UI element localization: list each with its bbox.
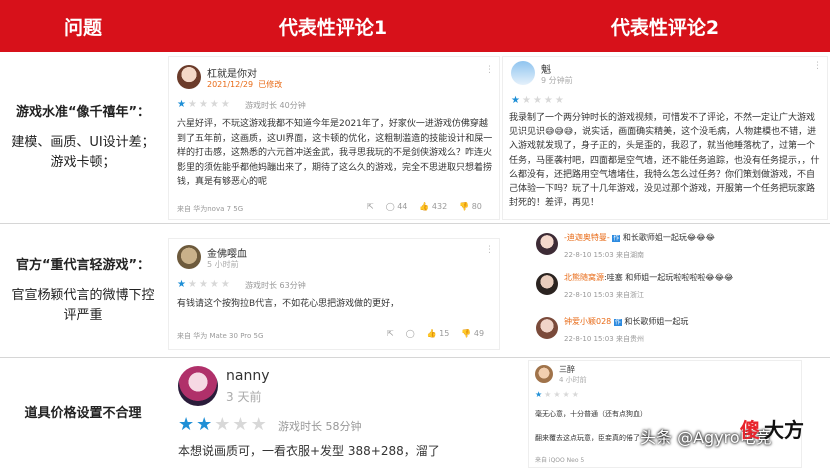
review-body: 有钱请这个按狗拉B代言，不如花心思把游戏做的更好， bbox=[177, 299, 400, 309]
rating-stars: ★ ★ ★ ★ ★ bbox=[177, 99, 230, 110]
comment-line: 北熊随窝源:哇塞 和师姐一起玩啦啦啦啦😂😂😂 bbox=[564, 273, 734, 282]
review-time: 9 分钟前 bbox=[541, 76, 573, 85]
avatar bbox=[178, 366, 218, 406]
header-review-2: 代表性评论2 bbox=[610, 16, 720, 39]
reviewer-name: 杠就是你对 bbox=[207, 69, 257, 80]
issue-cell: 游戏水准“像千禧年”： 建模、画质、UI设计差；游戏卡顿； bbox=[0, 52, 166, 223]
avatar bbox=[536, 233, 558, 255]
dislike-button[interactable]: 👎 80 bbox=[459, 202, 482, 211]
avatar bbox=[177, 65, 201, 89]
review-table: 问题 代表性评论1 代表性评论2 游戏水准“像千禧年”： 建模、画质、UI设计差… bbox=[0, 0, 830, 469]
device-info: 来自 华为 Mate 30 Pro 5G bbox=[177, 332, 264, 340]
issue-desc: 建模、画质、UI设计差；游戏卡顿； bbox=[11, 134, 155, 170]
review-actions: ⇱ ◯ 👍 15 👎 49 bbox=[387, 329, 484, 338]
device-info: 来自 iQOO Neo 5 bbox=[535, 457, 585, 464]
avatar bbox=[536, 273, 558, 295]
header-issue: 问题 bbox=[63, 16, 102, 39]
comment-button[interactable]: ◯ 44 bbox=[386, 202, 408, 211]
table-row: 游戏水准“像千禧年”： 建模、画质、UI设计差；游戏卡顿； 杠就是你对 2021… bbox=[0, 52, 830, 224]
rating-stars: ★ ★ ★ ★ ★ bbox=[177, 279, 230, 290]
comment-icon[interactable]: ◯ bbox=[406, 329, 415, 338]
reviewer-name: 魁 bbox=[541, 65, 551, 76]
review-body: 本想说画质可，一看衣服+发型 388+288，溜了 bbox=[178, 444, 440, 458]
rating-stars: ★ ★ ★ ★ ★ bbox=[511, 95, 564, 106]
review-card: 魁 9 分钟前 ⋮ ★ ★ ★ ★ ★ 我录制了一个两分钟时长的游戏视频，可惜发不了评论… bbox=[502, 56, 828, 220]
share-icon[interactable]: ⇱ bbox=[387, 329, 394, 338]
rating-stars: ★ ★ ★ ★ ★ bbox=[178, 414, 267, 435]
review-body: 我录制了一个两分钟时长的游戏视频，可惜发不了评论，不然一定让广大游戏见识见识😅😅… bbox=[509, 113, 820, 209]
avatar bbox=[511, 61, 535, 85]
play-time: 游戏时长 40分钟 bbox=[245, 101, 306, 110]
review-time: 5 小时前 bbox=[207, 260, 239, 269]
table-row: 官方“重代言轻游戏”： 官宣杨颖代言的微博下控评严重 金佛嘤血 5 小时前 ⋮ … bbox=[0, 224, 830, 358]
issue-cell: 官方“重代言轻游戏”： 官宣杨颖代言的微博下控评严重 bbox=[0, 224, 166, 357]
comment-line: 钟爱小颖028 作 和长歌师姐一起玩 bbox=[564, 317, 689, 326]
logo-char-2: 大方 bbox=[764, 418, 804, 442]
review-body-2: 翻来覆去这点玩意，臣妾真的倦了 bbox=[535, 434, 640, 442]
review-actions: ⇱ ◯ 44 👍 432 👎 80 bbox=[367, 202, 482, 211]
comment-meta: 22-8-10 15:03 来自贵州 bbox=[564, 335, 644, 343]
reviewer-name: 三醉 bbox=[559, 365, 575, 374]
like-button[interactable]: 👍 15 bbox=[427, 329, 450, 338]
dislike-button[interactable]: 👎 49 bbox=[461, 329, 484, 338]
rating-stars: ★ ★ ★ ★ ★ bbox=[535, 390, 579, 399]
reviewer-name: 金佛嘤血 bbox=[207, 249, 247, 260]
logo-char-1: 傻 bbox=[740, 418, 760, 442]
issue-cell: 道具价格设置不合理 bbox=[0, 358, 166, 469]
like-button[interactable]: 👍 432 bbox=[419, 202, 447, 211]
play-time: 游戏时长 58分钟 bbox=[278, 420, 362, 433]
review-time: 4 小时前 bbox=[559, 376, 587, 384]
comment-meta: 22-8-10 15:03 来自浙江 bbox=[564, 291, 644, 299]
comment-line: -迪迦奥特曼- 作 和长歌师姐一起玩😂😂😂 bbox=[564, 233, 715, 242]
list-item: -迪迦奥特曼- 作 和长歌师姐一起玩😂😂😂 22-8-10 15:03 来自湖南 bbox=[536, 230, 796, 268]
table-row: 道具价格设置不合理 nanny 3 天前 ★ ★ ★ ★ ★ 游戏时长 58分钟 本想说… bbox=[0, 358, 830, 469]
watermark-logo: 傻 大方 bbox=[740, 414, 828, 454]
edited-tag: 已修改 bbox=[258, 80, 283, 89]
play-time: 游戏时长 63分钟 bbox=[245, 281, 306, 290]
issue-desc: 官宣杨颖代言的微博下控评严重 bbox=[11, 287, 155, 323]
review-card: nanny 3 天前 ★ ★ ★ ★ ★ 游戏时长 58分钟 本想说画质可，一看衣服+发… bbox=[168, 360, 500, 468]
issue-title: 道具价格设置不合理 bbox=[24, 405, 142, 421]
reviewer-name: nanny bbox=[226, 368, 270, 384]
device-info: 来自 华为nova 7 5G bbox=[177, 205, 244, 213]
avatar bbox=[177, 245, 201, 269]
review-body: 六星好评，不玩这游戏我都不知道今年是2021年了，好家伙一进游戏仿佛穿越到了五年… bbox=[177, 119, 493, 187]
list-item: 北熊随窝源:哇塞 和师姐一起玩啦啦啦啦😂😂😂 22-8-10 15:03 来自浙… bbox=[536, 270, 796, 308]
issue-title: 游戏水准“像千禧年”： bbox=[15, 104, 151, 120]
header-review-1: 代表性评论1 bbox=[278, 16, 388, 39]
issue-title: 官方“重代言轻游戏”： bbox=[15, 257, 151, 273]
comment-list: -迪迦奥特曼- 作 和长歌师姐一起玩😂😂😂 22-8-10 15:03 来自湖南… bbox=[530, 224, 800, 356]
review-time: 3 天前 bbox=[226, 390, 262, 404]
review-body: 毫无心意，十分普通（还有点狗血） bbox=[535, 410, 647, 418]
avatar bbox=[536, 317, 558, 339]
avatar bbox=[535, 365, 553, 383]
more-icon[interactable]: ⋮ bbox=[485, 65, 495, 75]
review-card: 杠就是你对 2021/12/29 已修改 ⋮ ★ ★ ★ ★ ★ 游戏时长 40分钟 六… bbox=[168, 56, 500, 220]
table-header: 问题 代表性评论1 代表性评论2 bbox=[0, 0, 830, 52]
more-icon[interactable]: ⋮ bbox=[485, 245, 495, 255]
comment-meta: 22-8-10 15:03 来自湖南 bbox=[564, 251, 644, 259]
share-icon[interactable]: ⇱ bbox=[367, 202, 374, 211]
review-date: 2021/12/29 已修改 bbox=[207, 80, 283, 89]
review-card: 金佛嘤血 5 小时前 ⋮ ★ ★ ★ ★ ★ 游戏时长 63分钟 有钱请这个按狗拉B代言… bbox=[168, 238, 500, 350]
list-item: 钟爱小颖028 作 和长歌师姐一起玩 22-8-10 15:03 来自贵州 bbox=[536, 314, 796, 352]
more-icon[interactable]: ⋮ bbox=[813, 61, 823, 71]
